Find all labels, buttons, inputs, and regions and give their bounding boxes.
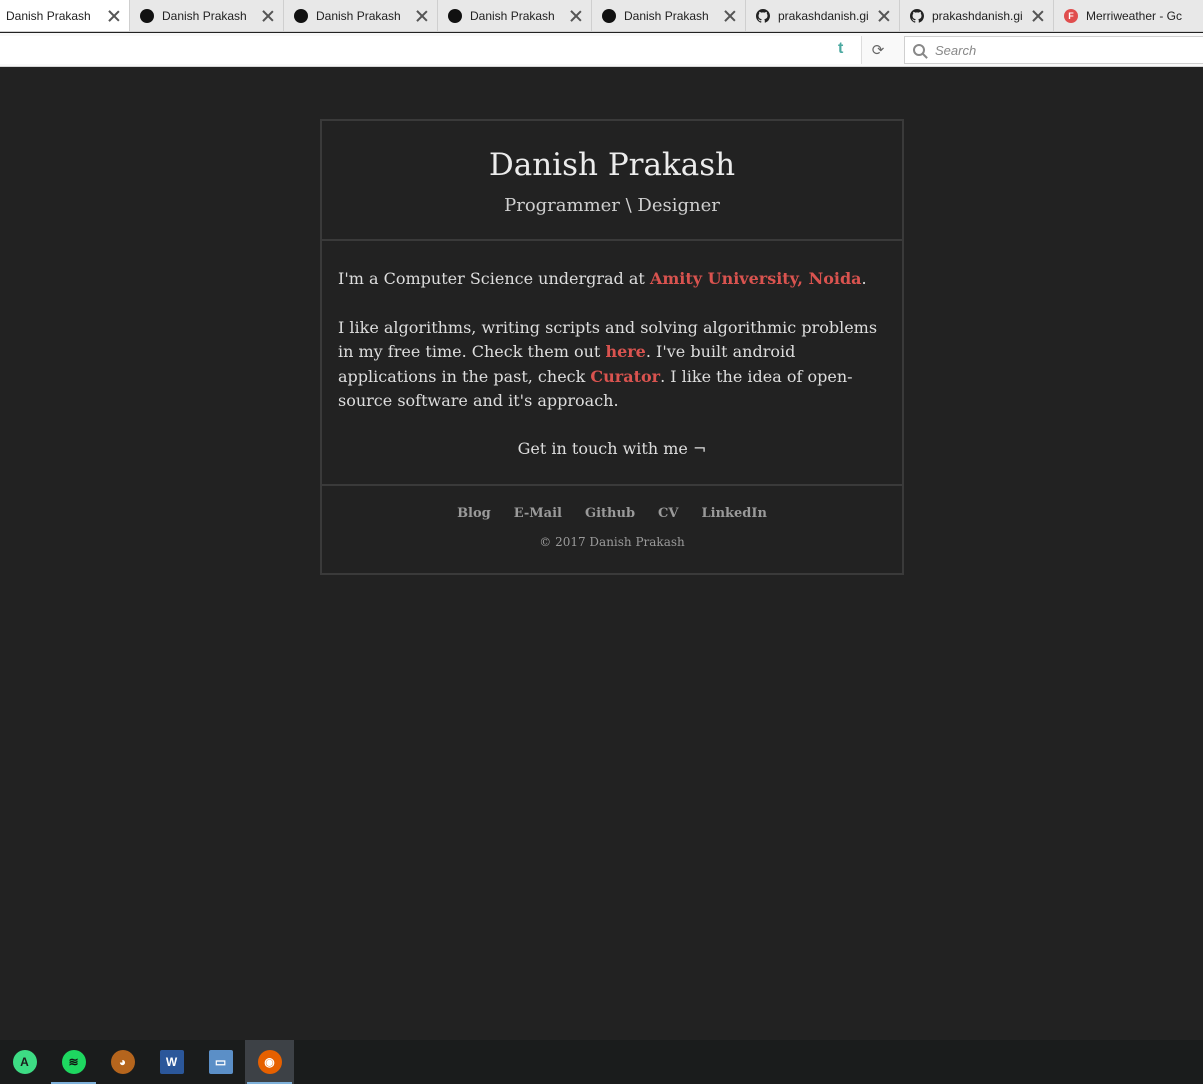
taskbar-android-studio[interactable]: A bbox=[0, 1040, 49, 1084]
github-icon bbox=[756, 9, 771, 23]
close-tab-icon[interactable] bbox=[569, 9, 583, 23]
tab-danish-prakash-active[interactable]: Danish Prakash bbox=[0, 0, 130, 31]
search-input[interactable]: Search bbox=[904, 36, 1203, 64]
tumblr-icon[interactable]: t bbox=[838, 40, 843, 58]
android-studio-icon: A bbox=[12, 1050, 37, 1074]
search-icon bbox=[913, 44, 925, 56]
tab-label: prakashdanish.gi bbox=[778, 9, 869, 23]
intro-paragraph: I'm a Computer Science undergrad at Amit… bbox=[338, 267, 886, 292]
cv-link[interactable]: CV bbox=[658, 506, 678, 521]
curator-link[interactable]: Curator bbox=[590, 367, 660, 386]
card-header: Danish Prakash Programmer \ Designer bbox=[322, 121, 902, 241]
reload-icon[interactable]: ⟳ bbox=[866, 38, 890, 62]
contact-text: Get in touch with me ¬ bbox=[517, 438, 707, 458]
url-bar[interactable] bbox=[0, 36, 862, 64]
tab-github-pages[interactable]: prakashdanish.gi bbox=[900, 0, 1054, 31]
black-circle-icon bbox=[294, 9, 308, 23]
card-body: I'm a Computer Science undergrad at Amit… bbox=[322, 241, 902, 486]
close-tab-icon[interactable] bbox=[261, 9, 275, 23]
tab-label: Danish Prakash bbox=[470, 9, 555, 23]
github-icon bbox=[910, 9, 925, 23]
page-title: Danish Prakash bbox=[488, 147, 736, 183]
here-link[interactable]: here bbox=[605, 342, 645, 361]
firefox-icon: ◉ bbox=[257, 1050, 282, 1074]
about-paragraph: I like algorithms, writing scripts and s… bbox=[338, 316, 886, 414]
taskbar: A ≋ ◕ W ▭ ◉ bbox=[0, 1040, 1203, 1084]
black-circle-icon bbox=[448, 9, 462, 23]
close-tab-icon[interactable] bbox=[1031, 9, 1045, 23]
tab-label: Merriweather - Gc bbox=[1086, 9, 1183, 23]
tab-danish-prakash[interactable]: Danish Prakash bbox=[284, 0, 438, 31]
tab-danish-prakash[interactable]: Danish Prakash bbox=[130, 0, 284, 31]
taskbar-bear-app[interactable]: ◕ bbox=[98, 1040, 147, 1084]
email-link[interactable]: E-Mail bbox=[514, 506, 562, 521]
university-link[interactable]: Amity University, Noida bbox=[650, 269, 862, 288]
intro-text: I'm a Computer Science undergrad at bbox=[338, 269, 650, 288]
spotify-icon: ≋ bbox=[61, 1050, 86, 1074]
tab-label: Danish Prakash bbox=[624, 9, 709, 23]
black-circle-icon bbox=[602, 9, 616, 23]
bear-app-icon: ◕ bbox=[110, 1050, 135, 1074]
card-footer: Blog E-Mail Github CV LinkedIn © 2017 Da… bbox=[322, 486, 902, 549]
search-placeholder: Search bbox=[935, 42, 977, 58]
taskbar-remote-desktop[interactable]: ▭ bbox=[196, 1040, 245, 1084]
tab-label: prakashdanish.gi bbox=[932, 9, 1023, 23]
close-tab-icon[interactable] bbox=[877, 9, 891, 23]
word-icon: W bbox=[159, 1050, 184, 1074]
github-link[interactable]: Github bbox=[585, 506, 635, 521]
linkedin-link[interactable]: LinkedIn bbox=[701, 506, 766, 521]
taskbar-word[interactable]: W bbox=[147, 1040, 196, 1084]
blog-link[interactable]: Blog bbox=[457, 506, 491, 521]
google-fonts-icon: F bbox=[1064, 9, 1078, 23]
profile-card: Danish Prakash Programmer \ Designer I'm… bbox=[320, 119, 904, 575]
page-subtitle: Programmer \ Designer bbox=[504, 195, 720, 216]
browser-toolbar: t ⟳ Search bbox=[0, 33, 1203, 67]
tab-merriweather[interactable]: F Merriweather - Gc bbox=[1054, 0, 1203, 31]
close-tab-icon[interactable] bbox=[415, 9, 429, 23]
tab-label: Danish Prakash bbox=[316, 9, 401, 23]
taskbar-spotify[interactable]: ≋ bbox=[49, 1040, 98, 1084]
tab-danish-prakash[interactable]: Danish Prakash bbox=[438, 0, 592, 31]
copyright: © 2017 Danish Prakash bbox=[539, 535, 685, 549]
tab-label: Danish Prakash bbox=[6, 9, 91, 23]
browser-tab-strip: Danish Prakash Danish Prakash Danish Pra… bbox=[0, 0, 1203, 32]
taskbar-firefox[interactable]: ◉ bbox=[245, 1040, 294, 1084]
remote-desktop-icon: ▭ bbox=[208, 1050, 233, 1074]
close-tab-icon[interactable] bbox=[723, 9, 737, 23]
tab-danish-prakash[interactable]: Danish Prakash bbox=[592, 0, 746, 31]
close-tab-icon[interactable] bbox=[107, 9, 121, 23]
footer-nav: Blog E-Mail Github CV LinkedIn bbox=[322, 506, 902, 521]
tab-label: Danish Prakash bbox=[162, 9, 247, 23]
tab-github-pages[interactable]: prakashdanish.gi bbox=[746, 0, 900, 31]
black-circle-icon bbox=[140, 9, 154, 23]
intro-text-end: . bbox=[861, 269, 867, 288]
